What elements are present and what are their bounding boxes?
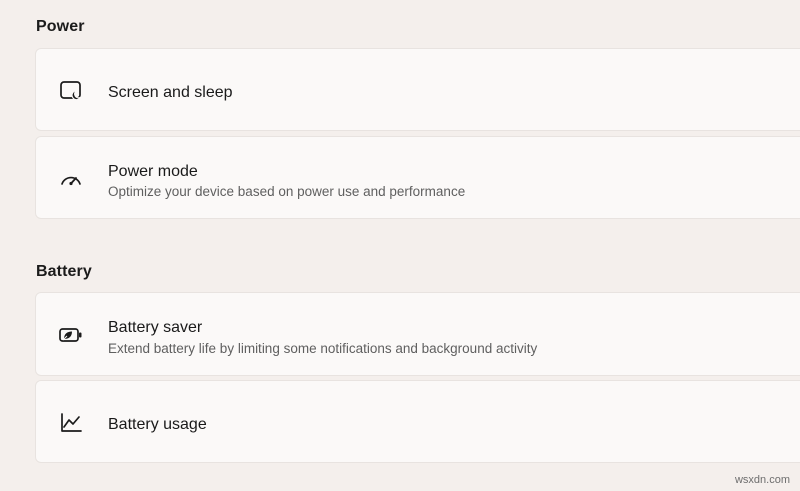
settings-page: Power Screen and sleep Power mode Optimi…: [0, 0, 800, 491]
settings-card-battery-usage[interactable]: Battery usage: [35, 380, 800, 463]
screen-sleep-icon: [58, 78, 84, 104]
screen-and-sleep-label: Screen and sleep: [108, 84, 233, 101]
watermark: wsxdn.com: [734, 474, 790, 486]
section-heading-battery: Battery: [36, 263, 92, 280]
power-mode-description: Optimize your device based on power use …: [108, 184, 466, 199]
power-mode-gauge-icon: [58, 166, 84, 192]
settings-card-power-mode[interactable]: Power mode Optimize your device based on…: [35, 136, 800, 219]
battery-saver-label: Battery saver: [108, 319, 203, 336]
battery-usage-chart-icon: [58, 410, 84, 436]
battery-saver-icon: [58, 322, 84, 348]
settings-card-battery-saver[interactable]: Battery saver Extend battery life by lim…: [35, 292, 800, 376]
power-mode-label: Power mode: [108, 163, 198, 180]
battery-saver-description: Extend battery life by limiting some not…: [108, 341, 538, 356]
battery-usage-label: Battery usage: [108, 416, 207, 433]
section-heading-power: Power: [36, 18, 85, 35]
settings-card-screen-and-sleep[interactable]: Screen and sleep: [35, 48, 800, 131]
